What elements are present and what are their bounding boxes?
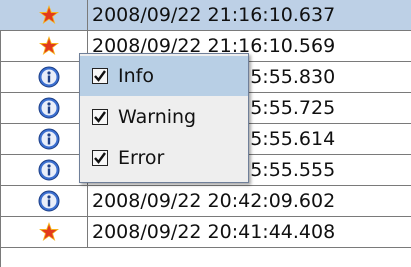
checkbox-checked-icon[interactable] [92, 109, 108, 125]
info-icon [38, 66, 60, 88]
level-cell [0, 62, 88, 93]
star-icon [39, 5, 59, 24]
menu-item-warning[interactable]: Warning [80, 97, 248, 137]
table-row[interactable]: 2008/09/22 21:16:10.637 [0, 0, 411, 31]
info-icon [38, 128, 60, 150]
info-icon [38, 97, 60, 119]
info-icon [38, 159, 60, 181]
timestamp-cell: 2008/09/22 21:16:10.637 [88, 0, 411, 31]
level-cell [0, 93, 88, 124]
level-filter-menu: Info Warning Error [79, 53, 249, 183]
menu-item-label: Error [118, 147, 165, 169]
checkbox-checked-icon[interactable] [92, 68, 108, 84]
level-cell [0, 0, 88, 31]
star-icon [39, 36, 59, 55]
checkbox-checked-icon[interactable] [92, 150, 108, 166]
menu-item-info[interactable]: Info [80, 56, 248, 96]
timestamp-cell: 2008/09/22 20:41:44.408 [88, 217, 411, 248]
star-icon [39, 222, 59, 241]
timestamp-cell: 2008/09/22 20:42:09.602 [88, 186, 411, 217]
level-cell [0, 124, 88, 155]
level-cell [0, 155, 88, 186]
table-row[interactable]: 2008/09/22 20:41:44.408 [0, 217, 411, 248]
menu-item-label: Info [118, 65, 154, 87]
info-icon [38, 190, 60, 212]
level-cell [0, 186, 88, 217]
menu-item-label: Warning [118, 106, 197, 128]
level-cell [0, 31, 88, 62]
table-row[interactable]: 2008/09/22 20:42:09.602 [0, 186, 411, 217]
level-cell [0, 217, 88, 248]
menu-item-error[interactable]: Error [80, 138, 248, 178]
